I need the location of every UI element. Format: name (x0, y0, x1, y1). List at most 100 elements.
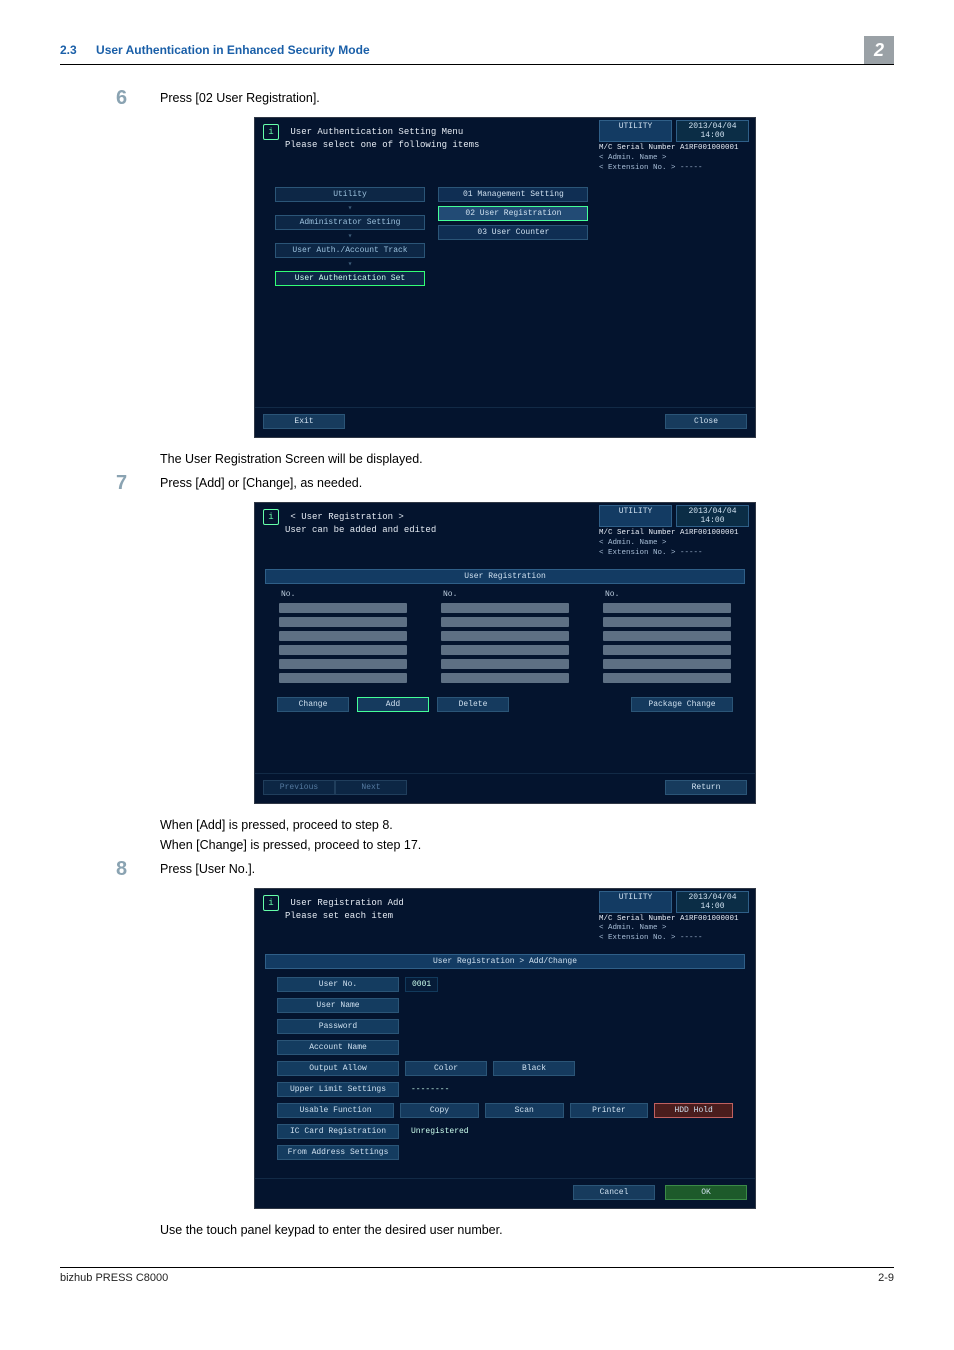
table-header: No. (605, 590, 733, 599)
timestamp: 2013/04/04 14:00 (676, 891, 749, 913)
extension-line: < Extension No. > ----- (599, 549, 749, 559)
add-button[interactable]: Add (357, 697, 429, 712)
table-row[interactable] (441, 603, 569, 613)
panel1-title-2: Please select one of following items (285, 140, 479, 150)
scan-button[interactable]: Scan (485, 1103, 564, 1118)
step-text: Press [Add] or [Change], as needed. (160, 472, 362, 494)
admin-name-line: < Admin. Name > (599, 924, 749, 934)
step-text: Press [02 User Registration]. (160, 87, 320, 109)
timestamp: 2013/04/04 14:00 (676, 505, 749, 527)
step-number: 6 (116, 87, 160, 109)
admin-name-line: < Admin. Name > (599, 539, 749, 549)
menu-button-user-registration[interactable]: 02 User Registration (438, 206, 588, 221)
breadcrumb[interactable]: User Auth./Account Track (275, 243, 425, 258)
step-text: Press [User No.]. (160, 858, 255, 880)
cancel-button[interactable]: Cancel (573, 1185, 655, 1200)
utility-tab: UTILITY (599, 120, 672, 142)
exit-button[interactable]: Exit (263, 414, 345, 429)
table-header: No. (443, 590, 571, 599)
timestamp: 2013/04/04 14:00 (676, 120, 749, 142)
table-row[interactable] (603, 603, 731, 613)
delete-button[interactable]: Delete (437, 697, 509, 712)
table-row[interactable] (279, 631, 407, 641)
usable-function-label: Usable Function (277, 1103, 394, 1118)
step7-note1: When [Add] is pressed, proceed to step 8… (160, 818, 894, 832)
footer-product: bizhub PRESS C8000 (60, 1272, 168, 1284)
from-address-button[interactable]: From Address Settings (277, 1145, 399, 1160)
screenshot-panel-3: i User Registration Add Please set each … (254, 888, 756, 1209)
black-button[interactable]: Black (493, 1061, 575, 1076)
copy-button[interactable]: Copy (400, 1103, 479, 1118)
ic-card-button[interactable]: IC Card Registration (277, 1124, 399, 1139)
table-row[interactable] (279, 673, 407, 683)
breadcrumb[interactable]: Utility (275, 187, 425, 202)
chevron-down-icon: ▾ (275, 231, 425, 241)
table-row[interactable] (441, 645, 569, 655)
table-row[interactable] (603, 631, 731, 641)
utility-tab: UTILITY (599, 505, 672, 527)
upper-limit-button[interactable]: Upper Limit Settings (277, 1082, 399, 1097)
output-allow-label: Output Allow (277, 1061, 399, 1076)
user-name-button[interactable]: User Name (277, 998, 399, 1013)
table-row[interactable] (603, 673, 731, 683)
panel3-strip: User Registration > Add/Change (265, 954, 745, 969)
package-change-button[interactable]: Package Change (631, 697, 733, 712)
printer-button[interactable]: Printer (570, 1103, 649, 1118)
panel2-title-2: User can be added and edited (285, 525, 436, 535)
table-row[interactable] (603, 645, 731, 655)
table-row[interactable] (279, 645, 407, 655)
step6-result: The User Registration Screen will be dis… (160, 452, 894, 466)
ok-button[interactable]: OK (665, 1185, 747, 1200)
chevron-down-icon: ▾ (275, 203, 425, 213)
password-button[interactable]: Password (277, 1019, 399, 1034)
change-button[interactable]: Change (277, 697, 349, 712)
screenshot-panel-2: i < User Registration > User can be adde… (254, 502, 756, 803)
color-button[interactable]: Color (405, 1061, 487, 1076)
table-row[interactable] (279, 603, 407, 613)
page-number: 2-9 (878, 1272, 894, 1284)
previous-button[interactable]: Previous (263, 780, 335, 795)
table-header: No. (281, 590, 409, 599)
step-number: 7 (116, 472, 160, 494)
chapter-badge: 2 (864, 36, 894, 64)
panel3-title-2: Please set each item (285, 911, 393, 921)
table-row[interactable] (441, 631, 569, 641)
table-row[interactable] (441, 659, 569, 669)
table-row[interactable] (279, 659, 407, 669)
menu-button[interactable]: 01 Management Setting (438, 187, 588, 202)
upper-limit-value: -------- (405, 1083, 455, 1096)
breadcrumb[interactable]: User Authentication Set (275, 271, 425, 286)
account-name-button[interactable]: Account Name (277, 1040, 399, 1055)
section-title: User Authentication in Enhanced Security… (96, 43, 370, 57)
ic-card-value: Unregistered (405, 1125, 475, 1138)
step7-note2: When [Change] is pressed, proceed to ste… (160, 838, 894, 852)
table-row[interactable] (603, 659, 731, 669)
table-row[interactable] (603, 617, 731, 627)
table-row[interactable] (279, 617, 407, 627)
close-button[interactable]: Close (665, 414, 747, 429)
info-icon: i (263, 895, 279, 911)
info-icon: i (263, 124, 279, 140)
serial-number: M/C Serial Number A1RF001000001 (599, 915, 749, 925)
user-no-value: 0001 (405, 977, 438, 992)
panel2-strip: User Registration (265, 569, 745, 584)
serial-number: M/C Serial Number A1RF001000001 (599, 144, 749, 154)
next-button[interactable]: Next (335, 780, 407, 795)
panel1-title-1: User Authentication Setting Menu (290, 127, 463, 137)
step-number: 8 (116, 858, 160, 880)
hdd-hold-button[interactable]: HDD Hold (654, 1103, 733, 1118)
menu-button[interactable]: 03 User Counter (438, 225, 588, 240)
admin-name-line: < Admin. Name > (599, 154, 749, 164)
user-no-button[interactable]: User No. (277, 977, 399, 992)
table-row[interactable] (441, 673, 569, 683)
serial-number: M/C Serial Number A1RF001000001 (599, 529, 749, 539)
return-button[interactable]: Return (665, 780, 747, 795)
breadcrumb[interactable]: Administrator Setting (275, 215, 425, 230)
step8-result: Use the touch panel keypad to enter the … (160, 1223, 894, 1237)
extension-line: < Extension No. > ----- (599, 934, 749, 944)
panel3-title-1: User Registration Add (290, 898, 403, 908)
info-icon: i (263, 509, 279, 525)
chevron-down-icon: ▾ (275, 259, 425, 269)
utility-tab: UTILITY (599, 891, 672, 913)
table-row[interactable] (441, 617, 569, 627)
